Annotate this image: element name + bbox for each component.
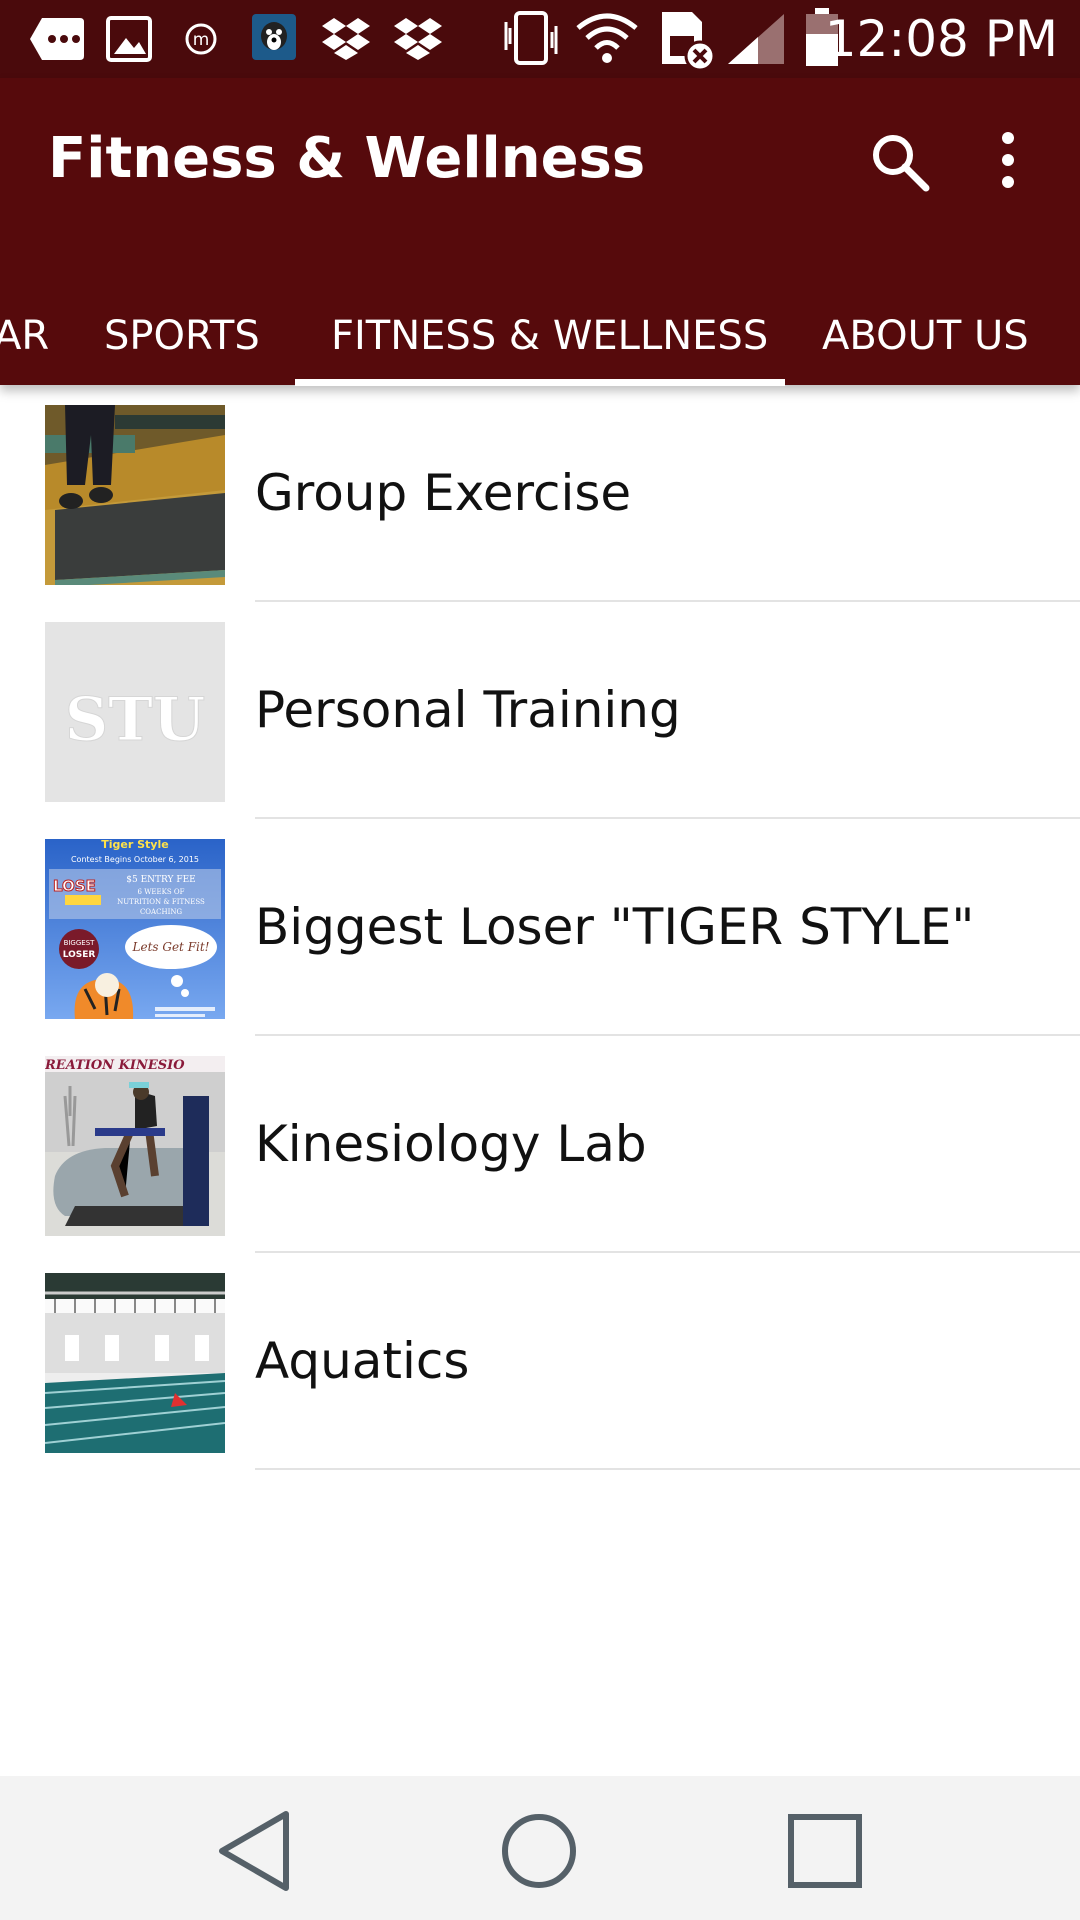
tab-calendar[interactable]: AR (0, 278, 49, 385)
home-icon[interactable] (494, 1806, 584, 1896)
poster-date: Contest Begins October 6, 2015 (71, 855, 199, 864)
poster-title: Tiger Style (101, 839, 168, 851)
navigation-bar (0, 1776, 1080, 1920)
m-circle-icon: m (185, 23, 217, 55)
thumbnail-group-exercise (45, 405, 225, 585)
image-icon (106, 16, 152, 62)
divider (255, 1468, 1080, 1470)
list-item[interactable]: STU Personal Training (0, 602, 1080, 819)
status-time: 12:08 PM (824, 10, 1058, 68)
page-title: Fitness & Wellness (48, 126, 646, 191)
poster-lets-get-fit: Lets Get Fit! (132, 940, 210, 954)
no-sim-icon (662, 12, 716, 72)
dropbox-icon (322, 18, 370, 60)
list-item[interactable]: Tiger Style Contest Begins October 6, 20… (0, 819, 1080, 1036)
dog-app-icon (252, 14, 296, 60)
poster-lose: LOSE (53, 877, 96, 895)
poster-weeks: 6 WEEKS OF (138, 888, 185, 896)
more-vert-icon[interactable] (976, 128, 1044, 196)
poster-biggest: BIGGEST (64, 939, 96, 947)
recents-icon[interactable] (780, 1806, 870, 1896)
tab-sports[interactable]: SPORTS (104, 278, 260, 385)
app-bar: Fitness & Wellness AR SPORTS FITNESS & W… (0, 78, 1080, 386)
list-item[interactable]: Aquatics (0, 1253, 1080, 1470)
stu-logo-text: STU (65, 685, 205, 755)
chat-bubble-icon (30, 18, 84, 60)
list-item-label: Aquatics (255, 1332, 470, 1390)
thumbnail-tiger-style-poster: Tiger Style Contest Begins October 6, 20… (45, 839, 225, 1019)
list-item[interactable]: REATION KINESIO Kinesiology Lab (0, 1036, 1080, 1253)
thumbnail-stu-logo: STU (45, 622, 225, 802)
tab-indicator (295, 379, 785, 386)
thumbnail-kinesiology-lab: REATION KINESIO (45, 1056, 225, 1236)
signal-icon (728, 14, 784, 64)
status-bar: m 12:08 PM (0, 0, 1080, 78)
list-item-label: Biggest Loser "TIGER STYLE" (255, 898, 975, 956)
search-icon[interactable] (866, 128, 934, 196)
poster-banner-text: REATION KINESIO (45, 1058, 185, 1073)
tab-bar: AR SPORTS FITNESS & WELLNESS ABOUT US (0, 278, 1080, 385)
list-item[interactable]: Group Exercise (0, 385, 1080, 602)
list-item-label: Group Exercise (255, 464, 632, 522)
tab-fitness-wellness[interactable]: FITNESS & WELLNESS (331, 278, 768, 385)
thumbnail-aquatics-pool (45, 1273, 225, 1453)
wifi-icon (576, 13, 638, 63)
list-item-label: Kinesiology Lab (255, 1115, 647, 1173)
poster-coaching: COACHING (140, 908, 183, 916)
dropbox-icon (394, 18, 442, 60)
back-icon[interactable] (210, 1806, 300, 1896)
list-item-label: Personal Training (255, 681, 681, 739)
svg-text:m: m (193, 30, 210, 50)
tab-about-us[interactable]: ABOUT US (822, 278, 1029, 385)
poster-loser: LOSER (63, 950, 96, 960)
vibrate-icon (504, 11, 558, 65)
poster-nutrition: NUTRITION & FITNESS (117, 898, 205, 906)
poster-entry-fee: $5 ENTRY FEE (126, 875, 195, 885)
